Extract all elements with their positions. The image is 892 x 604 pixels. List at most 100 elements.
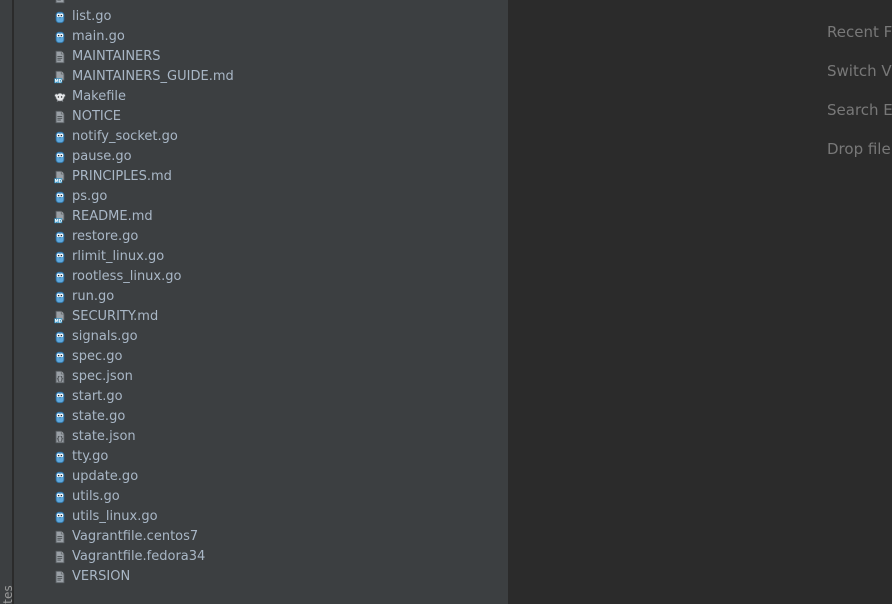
go-file-icon: [53, 270, 67, 284]
tree-row[interactable]: NOTICE: [14, 107, 501, 127]
tree-row[interactable]: tty.go: [14, 447, 501, 467]
tree-row[interactable]: rootless_linux.go: [14, 267, 501, 287]
tree-row[interactable]: state.go: [14, 407, 501, 427]
tree-row-label: state.json: [72, 429, 136, 444]
tree-row[interactable]: Vagrantfile.centos7: [14, 527, 501, 547]
tree-row[interactable]: run.go: [14, 287, 501, 307]
markdown-file-icon: MD: [53, 310, 67, 324]
svg-text:MD: MD: [55, 78, 63, 83]
tree-row[interactable]: MD PRINCIPLES.md: [14, 167, 501, 187]
svg-text:MD: MD: [55, 178, 63, 183]
tree-row-label: tty.go: [72, 449, 109, 464]
tree-row-label: run.go: [72, 289, 115, 304]
editor-hint-row[interactable]: Drop file: [508, 130, 892, 169]
svg-text:MD: MD: [55, 218, 63, 223]
tree-row-label: Vagrantfile.centos7: [72, 529, 199, 544]
go-file-icon: [53, 250, 67, 264]
tree-row[interactable]: utils_linux.go: [14, 507, 501, 527]
tree-row[interactable]: pause.go: [14, 147, 501, 167]
tree-row-label: restore.go: [72, 229, 139, 244]
go-file-icon: [53, 390, 67, 404]
tree-row[interactable]: update.go: [14, 467, 501, 487]
project-tree-scrollbar-track[interactable]: [501, 0, 508, 604]
editor-hint-row[interactable]: Search E: [508, 91, 892, 130]
text-file-icon: [53, 570, 67, 584]
tree-row[interactable]: signals.go: [14, 327, 501, 347]
editor-hint-row[interactable]: Switch V: [508, 52, 892, 91]
tree-row[interactable]: notify_socket.go: [14, 127, 501, 147]
tree-row-label: Makefile: [72, 89, 127, 104]
tree-row-label: utils_linux.go: [72, 509, 158, 524]
tree-row-label: signals.go: [72, 329, 138, 344]
go-file-icon: [53, 10, 67, 24]
text-file-icon: [53, 530, 67, 544]
go-file-icon: [53, 330, 67, 344]
text-file-icon: [53, 110, 67, 124]
tree-row-label: rlimit_linux.go: [72, 249, 165, 264]
tree-row[interactable]: utils.go: [14, 487, 501, 507]
go-file-icon: [53, 130, 67, 144]
go-file-icon: [53, 190, 67, 204]
go-file-icon: [53, 490, 67, 504]
tree-row[interactable]: MAINTAINERS: [14, 47, 501, 67]
tree-row[interactable]: MD SECURITY.md: [14, 307, 501, 327]
tree-row-label: spec.go: [72, 349, 123, 364]
tree-row[interactable]: ps.go: [14, 187, 501, 207]
tree-row[interactable]: LICENSE: [14, 0, 501, 7]
svg-text:MD: MD: [55, 318, 63, 323]
go-file-icon: [53, 470, 67, 484]
editor-empty-state-hints: Recent F Switch V Search E Drop file: [508, 13, 892, 169]
ide-window: Favorites LICENSE list.go main.go MAINTAINE…: [0, 0, 892, 604]
tree-row-label: Vagrantfile.fedora34: [72, 549, 206, 564]
json-file-icon: {}: [53, 370, 67, 384]
text-file-icon: [53, 50, 67, 64]
editor-hint-row[interactable]: Recent F: [508, 13, 892, 52]
tree-row-label: MAINTAINERS_GUIDE.md: [72, 69, 234, 84]
tree-row[interactable]: {} state.json: [14, 427, 501, 447]
tree-row[interactable]: MD README.md: [14, 207, 501, 227]
tree-row-label: LICENSE: [72, 0, 127, 7]
tree-row-label: start.go: [72, 389, 123, 404]
go-file-icon: [53, 150, 67, 164]
tree-row-label: list.go: [72, 9, 112, 24]
left-tool-strip: Favorites: [0, 0, 13, 604]
tree-row-label: pause.go: [72, 149, 132, 164]
tree-row-label: notify_socket.go: [72, 129, 178, 144]
tree-row[interactable]: main.go: [14, 27, 501, 47]
tree-row[interactable]: VERSION: [14, 567, 501, 587]
text-file-icon: [53, 550, 67, 564]
editor-area: Recent F Switch V Search E Drop file: [508, 0, 892, 604]
go-file-icon: [53, 290, 67, 304]
json-file-icon: {}: [53, 430, 67, 444]
tree-row[interactable]: spec.go: [14, 347, 501, 367]
tree-row-label: ps.go: [72, 189, 108, 204]
tree-row-label: VERSION: [72, 569, 131, 584]
tree-row-label: update.go: [72, 469, 139, 484]
go-file-icon: [53, 410, 67, 424]
svg-text:{}: {}: [56, 436, 64, 443]
text-file-icon: [53, 0, 67, 4]
tree-row[interactable]: start.go: [14, 387, 501, 407]
tree-row-label: state.go: [72, 409, 126, 424]
tree-row[interactable]: {} spec.json: [14, 367, 501, 387]
tree-row[interactable]: Makefile: [14, 87, 501, 107]
makefile-icon: [53, 90, 67, 104]
go-file-icon: [53, 450, 67, 464]
project-file-tree: LICENSE list.go main.go MAINTAINERS MD MAINTA…: [14, 0, 501, 587]
tree-row[interactable]: rlimit_linux.go: [14, 247, 501, 267]
tree-row[interactable]: restore.go: [14, 227, 501, 247]
go-file-icon: [53, 510, 67, 524]
tree-row-label: MAINTAINERS: [72, 49, 161, 64]
markdown-file-icon: MD: [53, 210, 67, 224]
tree-row[interactable]: list.go: [14, 7, 501, 27]
tree-row-label: utils.go: [72, 489, 120, 504]
project-tool-window: LICENSE list.go main.go MAINTAINERS MD MAINTA…: [14, 0, 501, 604]
tree-row[interactable]: MD MAINTAINERS_GUIDE.md: [14, 67, 501, 87]
markdown-file-icon: MD: [53, 170, 67, 184]
tree-row[interactable]: Vagrantfile.fedora34: [14, 547, 501, 567]
tool-window-button-favorites[interactable]: Favorites: [1, 557, 12, 604]
tree-row-label: rootless_linux.go: [72, 269, 182, 284]
tree-row-label: README.md: [72, 209, 153, 224]
go-file-icon: [53, 230, 67, 244]
tree-row-label: main.go: [72, 29, 125, 44]
